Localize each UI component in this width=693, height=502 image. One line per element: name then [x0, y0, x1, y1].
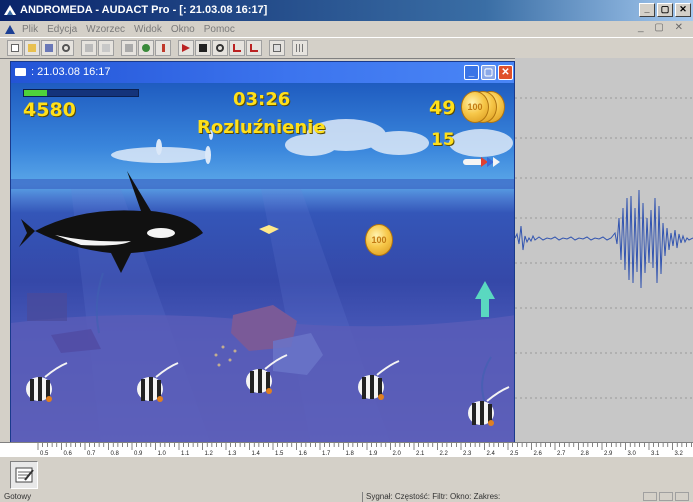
- grid-icon[interactable]: [292, 40, 308, 56]
- menu-item-view[interactable]: Widok: [134, 24, 162, 35]
- game-window-title: : 21.03.08 16:17: [31, 66, 111, 78]
- toolbar: [0, 37, 693, 59]
- menu-item-template[interactable]: Wzorzec: [86, 24, 125, 35]
- zoom-icon[interactable]: [212, 40, 228, 56]
- application-window: ANDROMEDA - AUDACT Pro - [: 21.03.08 16:…: [0, 0, 693, 502]
- game-maximize-button[interactable]: ▢: [481, 65, 496, 80]
- table-icon[interactable]: [269, 40, 285, 56]
- arrow-up-pickup: [475, 281, 495, 317]
- arrows-icon: [463, 157, 500, 167]
- bottom-panel: [0, 456, 693, 492]
- back-icon[interactable]: [195, 40, 211, 56]
- status-bar: Gotowy Sygnał: Częstość: Filtr: Okno: Za…: [0, 492, 693, 502]
- trend-icon[interactable]: [155, 40, 171, 56]
- timer: 03:26: [233, 89, 291, 110]
- menu-item-edit[interactable]: Edycja: [47, 24, 77, 35]
- window-icon: [15, 68, 26, 76]
- game-title-bar[interactable]: : 21.03.08 16:17 _ ▢ ✕: [11, 62, 514, 83]
- edit-tool-icon: [15, 467, 34, 483]
- waveform-panel[interactable]: [515, 58, 693, 443]
- document-icon: [5, 25, 15, 34]
- paste-icon[interactable]: [98, 40, 114, 56]
- menu-bar: Plik Edycja Wzorzec Widok Okno Pomoc _ ▢…: [0, 21, 693, 37]
- floating-coin[interactable]: 100: [365, 224, 393, 256]
- status-cell: [659, 492, 673, 501]
- save-icon[interactable]: [41, 40, 57, 56]
- status-cell: [675, 492, 689, 501]
- minimize-button[interactable]: _: [639, 3, 655, 17]
- waveform-trace: [515, 189, 693, 289]
- edit-tool-button[interactable]: [10, 461, 38, 489]
- close-button[interactable]: ✕: [675, 3, 691, 17]
- status-ready: Gotowy: [4, 492, 32, 501]
- hud-coin-icon: 100: [461, 91, 489, 123]
- mdi-window-controls[interactable]: _ ▢ ✕: [638, 22, 687, 33]
- search-icon[interactable]: [58, 40, 74, 56]
- game-scene[interactable]: 4580 03:26 Rozluźnienie 49 15 100 100: [11, 83, 514, 442]
- menu-item-file[interactable]: Plik: [22, 24, 38, 35]
- chart-up-icon[interactable]: [229, 40, 245, 56]
- coin-count: 49: [429, 97, 456, 119]
- menu-item-help[interactable]: Pomoc: [204, 24, 235, 35]
- window-title: ANDROMEDA - AUDACT Pro - [: 21.03.08 16:…: [20, 4, 268, 16]
- waveform-graph: [515, 97, 693, 399]
- copy-icon[interactable]: [81, 40, 97, 56]
- mode-label: Rozluźnienie: [197, 117, 326, 138]
- open-folder-icon[interactable]: [24, 40, 40, 56]
- game-minimize-button[interactable]: _: [464, 65, 479, 80]
- game-close-button[interactable]: ✕: [498, 65, 513, 80]
- chart-down-icon[interactable]: [246, 40, 262, 56]
- ruler-scale: 0.5 0.6 0.7 0.8 0.9 1.0 1.1 1.2 1.3 1.4 1.5 1.6 1.7 1…: [37, 443, 692, 457]
- title-bar[interactable]: ANDROMEDA - AUDACT Pro - [: 21.03.08 16:…: [0, 0, 693, 21]
- forward-icon[interactable]: [178, 40, 194, 56]
- energy-bar-fill: [24, 90, 47, 96]
- energy-bar: [23, 89, 139, 97]
- cut-icon[interactable]: [121, 40, 137, 56]
- new-file-icon[interactable]: [7, 40, 23, 56]
- game-window[interactable]: : 21.03.08 16:17 _ ▢ ✕ 4580 03:26 Rozluź…: [10, 61, 515, 443]
- app-logo-icon: [4, 5, 16, 15]
- menu-item-window[interactable]: Okno: [171, 24, 195, 35]
- time-ruler[interactable]: 0.5 0.6 0.7 0.8 0.9 1.0 1.1 1.2 1.3 1.4 1.5 1.6 1.7 1…: [0, 442, 693, 457]
- maximize-button[interactable]: ▢: [657, 3, 673, 17]
- status-cell: [643, 492, 657, 501]
- status-info: Sygnał: Częstość: Filtr: Okno: Zakres:: [362, 492, 637, 502]
- arrow-count: 15: [431, 130, 455, 150]
- score-counter: 4580: [23, 99, 76, 121]
- marker-icon[interactable]: [138, 40, 154, 56]
